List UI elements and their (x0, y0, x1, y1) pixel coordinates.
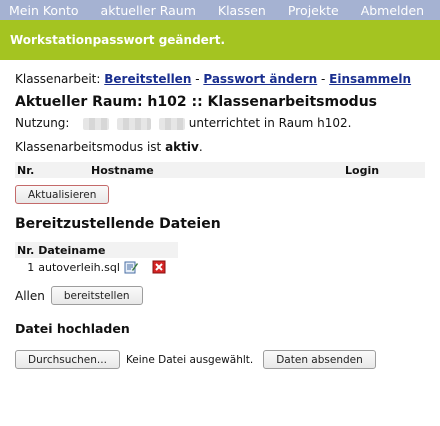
page-title: Aktueller Raum: h102 :: Klassenarbeitsmo… (15, 94, 378, 110)
column-dateiname: Dateiname (36, 242, 122, 258)
upload-row: Durchsuchen... Keine Datei ausgewählt. D… (15, 350, 425, 369)
column-hostname: Hostname (89, 162, 343, 178)
delete-icon[interactable] (152, 260, 166, 274)
usage-text: unterrichtet in Raum h102. (188, 116, 352, 130)
nav-klassen[interactable]: Klassen (218, 3, 266, 18)
file-nr: 1 (27, 260, 35, 274)
nav-projekte[interactable]: Projekte (288, 3, 339, 18)
provide-link[interactable]: Bereitstellen (104, 72, 191, 86)
usage-label: Nutzung: (15, 116, 70, 130)
mode-end: . (198, 140, 203, 154)
redacted-name (83, 117, 110, 130)
main-content: Klassenarbeit: Bereitstellen - Passwort … (0, 72, 440, 369)
column-nr: Nr. (15, 242, 37, 258)
exam-actions: Klassenarbeit: Bereitstellen - Passwort … (15, 72, 425, 86)
change-password-link[interactable]: Passwort ändern (203, 72, 317, 86)
top-navigation: Mein Konto aktueller Raum Klassen Projek… (0, 0, 440, 20)
separator: - (191, 72, 204, 86)
separator: - (317, 72, 330, 86)
edit-icon[interactable] (124, 260, 138, 274)
upload-heading: Datei hochladen (15, 321, 130, 336)
redacted-name (158, 117, 185, 130)
nav-mein-konto[interactable]: Mein Konto (9, 3, 79, 18)
nav-abmelden[interactable]: Abmelden (361, 3, 424, 18)
clients-table: Nr. Hostname Login (15, 162, 425, 178)
mode-value: aktiv (165, 140, 199, 154)
column-login: Login (343, 162, 425, 178)
files-table: Nr. Dateiname 1 autoverleih.sql (15, 242, 178, 276)
table-row: 1 autoverleih.sql (15, 258, 178, 276)
provide-all-row: Allen bereitstellen (15, 286, 425, 305)
mode-line: Klassenarbeitsmodus ist aktiv. (15, 140, 425, 154)
no-file-text: Keine Datei ausgewählt. (125, 353, 254, 366)
column-nr: Nr. (15, 162, 89, 178)
redacted-name (117, 117, 152, 130)
refresh-button[interactable]: Aktualisieren (15, 185, 110, 204)
usage-line: Nutzung: unterrichtet in Raum h102. (15, 116, 425, 130)
file-name: autoverleih.sql (38, 260, 120, 274)
submit-button[interactable]: Daten absenden (263, 350, 376, 369)
provide-all-button[interactable]: bereitstellen (50, 286, 143, 305)
exam-label: Klassenarbeit: (15, 72, 101, 86)
browse-button[interactable]: Durchsuchen... (15, 350, 120, 369)
mode-text: Klassenarbeitsmodus ist (15, 140, 166, 154)
all-label: Allen (15, 288, 45, 303)
files-heading: Bereitzustellende Dateien (15, 216, 221, 232)
nav-aktueller-raum[interactable]: aktueller Raum (101, 3, 196, 18)
collect-link[interactable]: Einsammeln (329, 72, 411, 86)
flash-message: Workstationpasswort geändert. (0, 20, 440, 60)
